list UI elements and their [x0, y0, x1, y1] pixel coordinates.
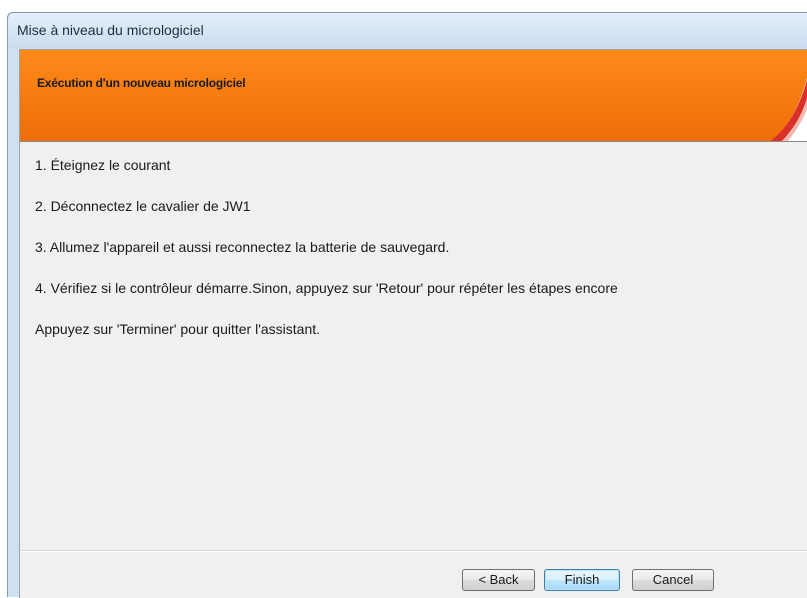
window-title: Mise à niveau du micrologiciel — [17, 22, 204, 38]
wizard-window: Mise à niveau du micrologiciel Exécution… — [7, 12, 807, 598]
instruction-step-3: 3. Allumez l'appareil et aussi reconnect… — [35, 239, 450, 255]
wizard-client-area: Exécution d'un nouveau micrologiciel 1. … — [19, 49, 807, 598]
back-button[interactable]: < Back — [462, 569, 535, 591]
wizard-step-title: Exécution d'un nouveau micrologiciel — [37, 76, 246, 90]
footer-separator — [20, 550, 807, 552]
instruction-step-1: 1. Éteignez le courant — [35, 157, 171, 173]
cancel-button[interactable]: Cancel — [632, 569, 714, 591]
banner-swoosh-graphic — [770, 77, 807, 141]
instruction-step-2: 2. Déconnectez le cavalier de JW1 — [35, 198, 251, 214]
wizard-instructions: 1. Éteignez le courant 2. Déconnectez le… — [20, 142, 807, 552]
finish-button[interactable]: Finish — [544, 569, 620, 591]
wizard-header-banner: Exécution d'un nouveau micrologiciel — [20, 50, 807, 142]
finish-instruction: Appuyez sur 'Terminer' pour quitter l'as… — [35, 321, 321, 337]
instruction-step-4: 4. Vérifiez si le contrôleur démarre.Sin… — [35, 280, 618, 296]
title-bar[interactable]: Mise à niveau du micrologiciel — [8, 13, 807, 48]
